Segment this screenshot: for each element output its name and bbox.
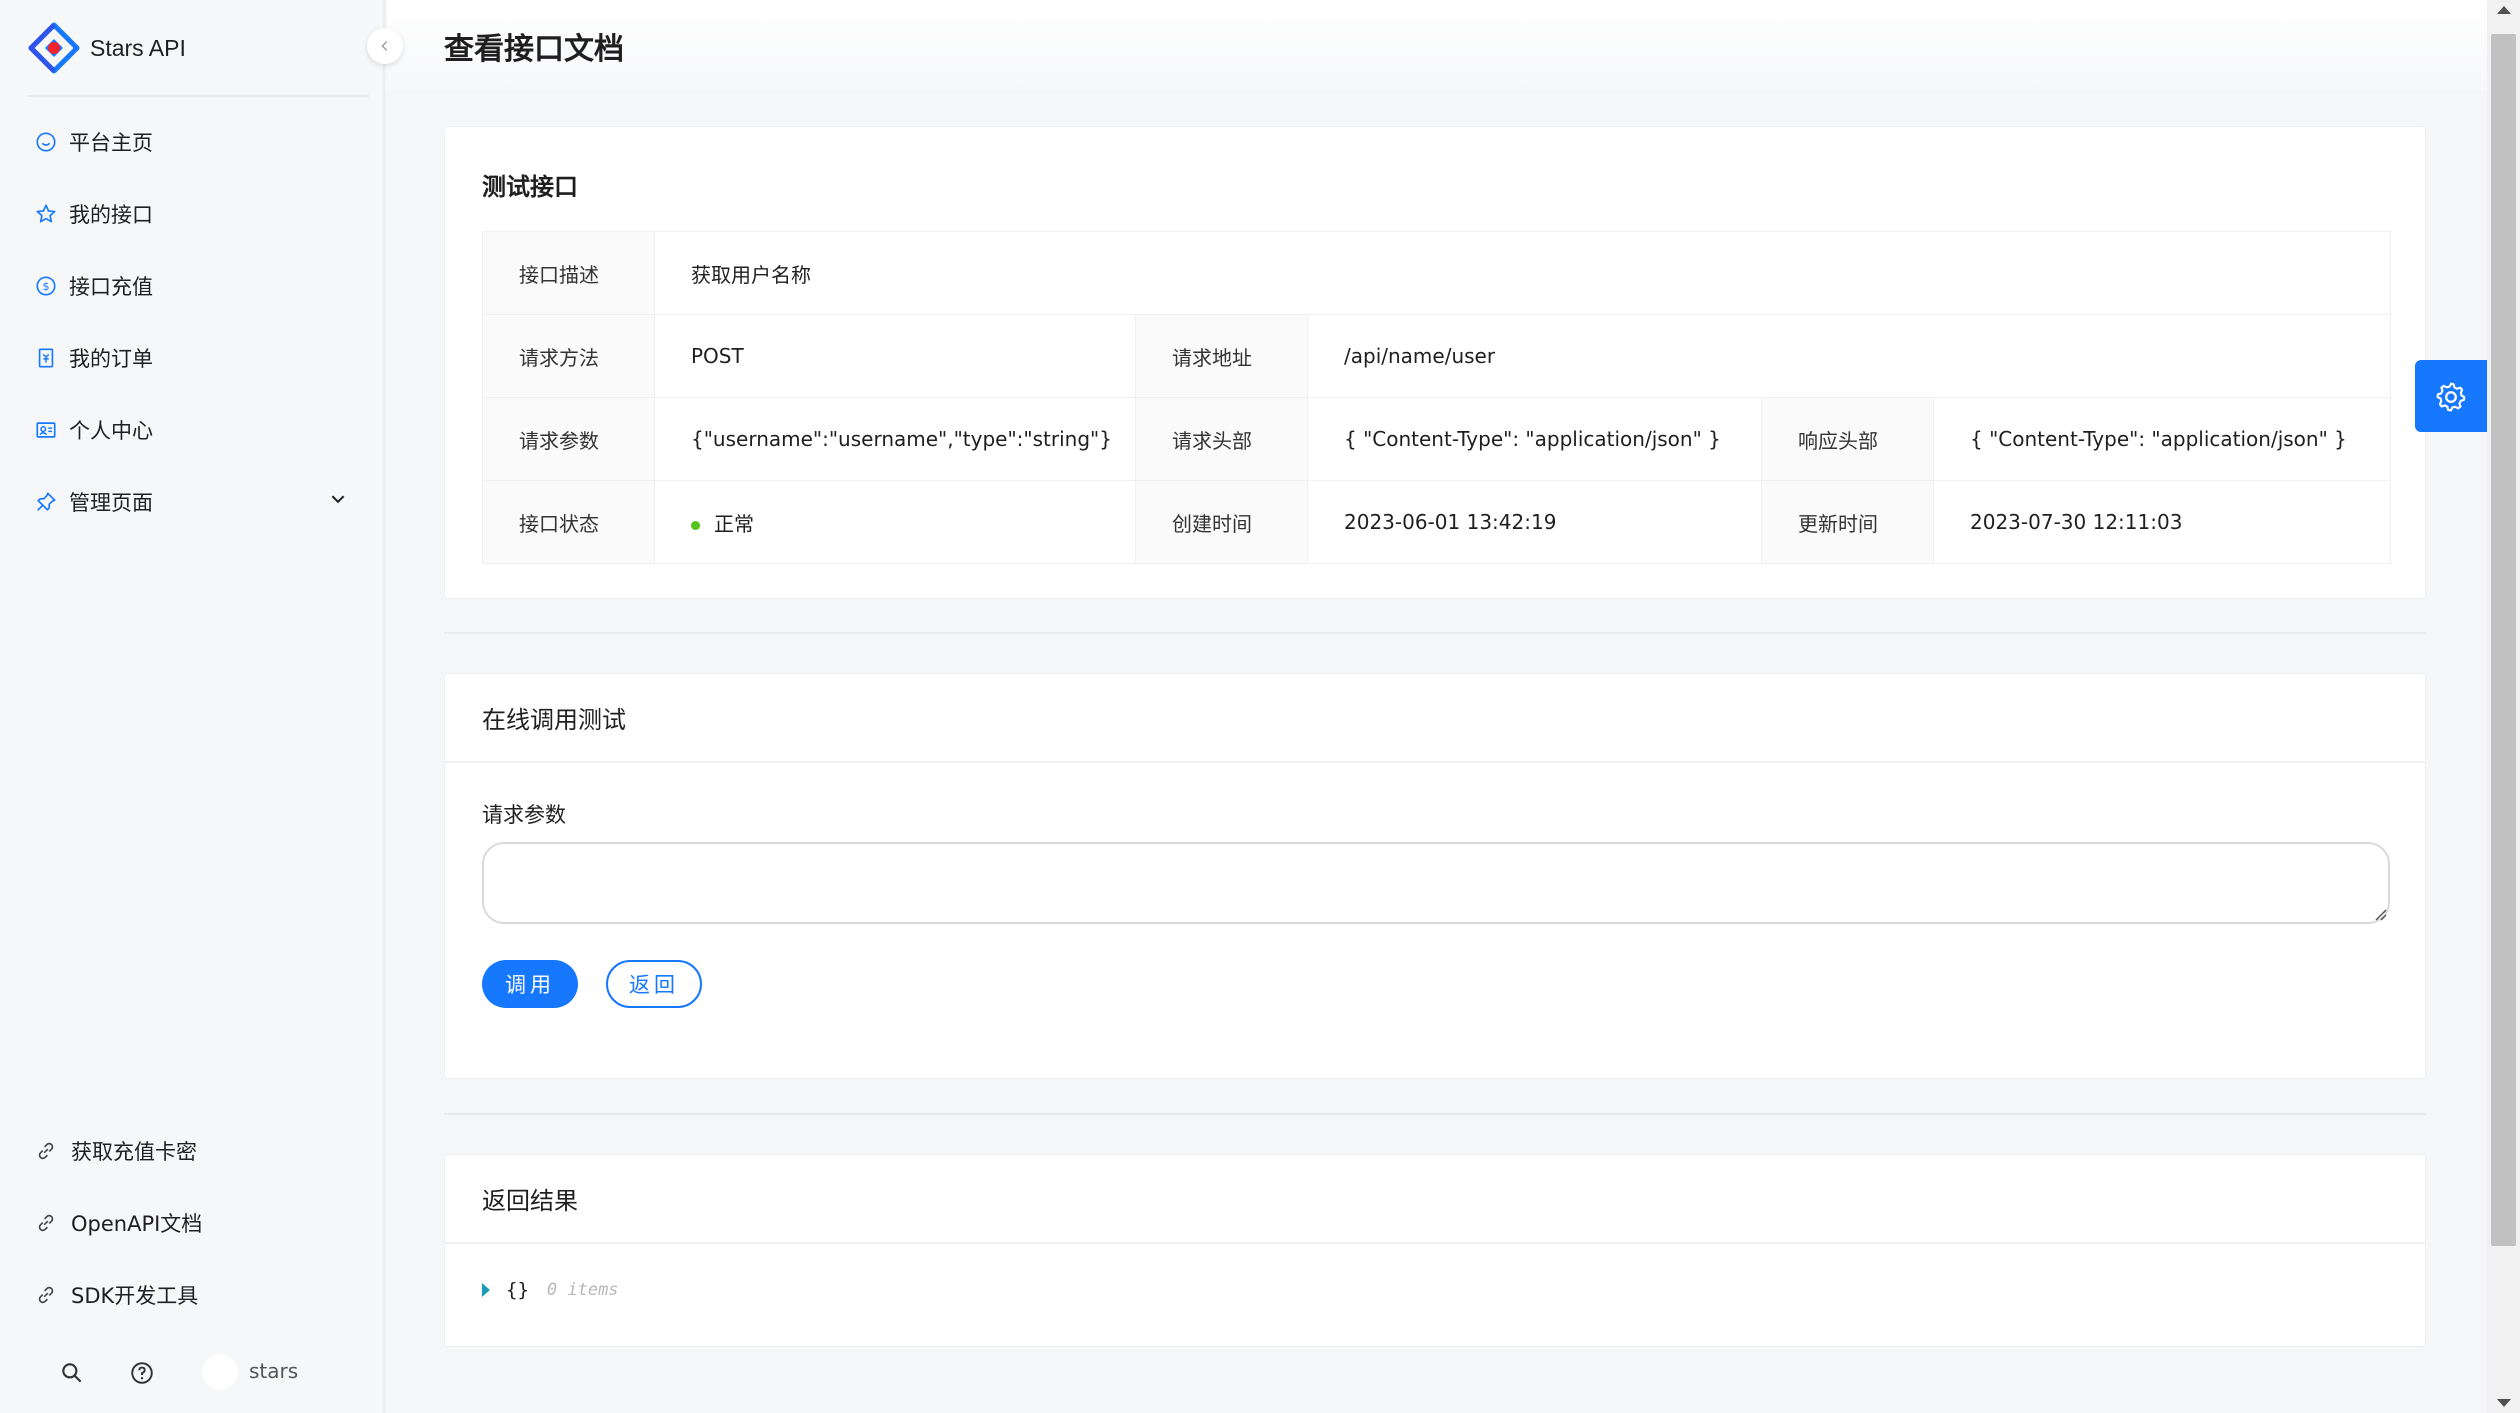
order-icon <box>35 347 57 369</box>
status-badge: 正常 <box>714 511 754 536</box>
scrollbar-thumb[interactable] <box>2491 34 2516 1246</box>
created-value: 2023-06-01 13:42:19 <box>1307 480 1762 564</box>
invoke-title: 在线调用测试 <box>445 674 2425 763</box>
collapse-sidebar-button[interactable] <box>367 28 403 64</box>
resize-handle-icon[interactable] <box>2373 907 2387 921</box>
logo-icon <box>28 22 80 74</box>
response-header-label: 响应头部 <box>1761 397 1934 481</box>
sidebar-item-profile[interactable]: 个人中心 <box>0 394 385 466</box>
desc-row: 请求参数 {"username":"username","type":"stri… <box>482 397 2392 481</box>
avatar[interactable] <box>202 1354 238 1390</box>
link-sdk-tools[interactable]: SDK开发工具 <box>0 1259 385 1331</box>
sidebar-item-label: 我的接口 <box>69 203 153 227</box>
sidebar-item-label: 平台主页 <box>69 131 153 155</box>
description-value: 获取用户名称 <box>653 231 2392 315</box>
json-viewer[interactable]: {} 0 items <box>482 1279 619 1301</box>
result-title: 返回结果 <box>445 1155 2425 1244</box>
expand-arrow-icon[interactable] <box>482 1283 490 1297</box>
sidebar-item-label: 我的订单 <box>69 347 153 371</box>
sidebar-item-admin[interactable]: 管理页面 <box>0 466 385 538</box>
invoke-card: 在线调用测试 请求参数 调用 返回 <box>444 673 2426 1079</box>
created-label: 创建时间 <box>1135 480 1308 564</box>
link-openapi-docs[interactable]: OpenAPI文档 <box>0 1187 385 1259</box>
request-params-textarea[interactable] <box>482 842 2390 924</box>
star-icon <box>35 203 57 225</box>
page-title: 查看接口文档 <box>444 32 624 67</box>
result-card: 返回结果 {} 0 items <box>444 1154 2426 1347</box>
chevron-left-icon <box>381 41 388 51</box>
response-header-value: { "Content-Type": "application/json" } <box>1932 397 2392 481</box>
sidebar-item-home[interactable]: 平台主页 <box>0 106 385 178</box>
svg-text:$: $ <box>43 280 50 293</box>
search-icon[interactable] <box>59 1360 85 1386</box>
desc-row: 接口描述 获取用户名称 <box>482 231 2392 315</box>
gear-icon <box>2436 382 2466 412</box>
request-params-label: 请求参数 <box>482 803 566 827</box>
link-icon <box>35 1212 57 1234</box>
link-icon <box>35 1140 57 1162</box>
logo-divider <box>28 95 369 97</box>
url-value: /api/name/user <box>1306 314 2392 398</box>
scroll-up-arrow-icon[interactable] <box>2497 6 2511 14</box>
request-header-label: 请求头部 <box>1135 397 1308 481</box>
json-item-count: 0 items <box>546 1280 619 1300</box>
url-label: 请求地址 <box>1135 314 1308 398</box>
page-header <box>387 0 2487 90</box>
api-doc-card: 测试接口 接口描述 获取用户名称 请求方法 POST 请求地址 /api/nam… <box>444 126 2426 599</box>
params-label: 请求参数 <box>482 397 655 481</box>
link-label: 获取充值卡密 <box>71 1140 197 1164</box>
link-label: SDK开发工具 <box>71 1284 199 1308</box>
desc-row: 请求方法 POST 请求地址 /api/name/user <box>482 314 2392 398</box>
link-recharge-card[interactable]: 获取充值卡密 <box>0 1115 385 1187</box>
method-label: 请求方法 <box>482 314 655 398</box>
status-dot-icon <box>691 520 700 530</box>
invoke-button[interactable]: 调用 <box>482 960 578 1008</box>
sidebar-links: 获取充值卡密 OpenAPI文档 SDK开发工具 <box>0 1115 385 1331</box>
desc-row: 接口状态 正常 创建时间 2023-06-01 13:42:19 更新时间 20… <box>482 480 2392 564</box>
back-button[interactable]: 返回 <box>606 960 702 1008</box>
request-header-value: { "Content-Type": "application/json" } <box>1307 397 1762 481</box>
sidebar: Stars API 平台主页 我的接口 $ 接口充值 我的订单 个人中心 管理页… <box>0 0 403 1413</box>
link-label: OpenAPI文档 <box>71 1212 203 1236</box>
sidebar-nav: 平台主页 我的接口 $ 接口充值 我的订单 个人中心 管理页面 <box>0 106 385 538</box>
api-descriptions: 接口描述 获取用户名称 请求方法 POST 请求地址 /api/name/use… <box>482 231 2392 564</box>
app-logo[interactable]: Stars API <box>28 20 186 76</box>
link-icon <box>35 1284 57 1306</box>
updated-value: 2023-07-30 12:11:03 <box>1932 480 2392 564</box>
status-value: 正常 <box>654 480 1136 564</box>
pushpin-icon <box>35 491 57 513</box>
chevron-down-icon[interactable] <box>329 490 347 508</box>
sidebar-item-recharge[interactable]: $ 接口充值 <box>0 250 385 322</box>
api-name: 测试接口 <box>482 173 578 201</box>
scroll-down-arrow-icon[interactable] <box>2497 1399 2511 1407</box>
username[interactable]: stars <box>249 1359 298 1383</box>
sidebar-item-label: 管理页面 <box>69 491 153 515</box>
json-braces: {} <box>506 1279 529 1301</box>
smile-icon <box>35 131 57 153</box>
app-name: Stars API <box>90 34 186 61</box>
status-label: 接口状态 <box>482 480 655 564</box>
params-value: {"username":"username","type":"string"} <box>654 397 1136 481</box>
description-label: 接口描述 <box>482 231 655 315</box>
section-divider <box>444 632 2426 634</box>
dollar-icon: $ <box>35 275 57 297</box>
sidebar-item-my-apis[interactable]: 我的接口 <box>0 178 385 250</box>
sidebar-item-label: 接口充值 <box>69 275 153 299</box>
sidebar-item-label: 个人中心 <box>69 419 153 443</box>
settings-drawer-button[interactable] <box>2415 360 2487 432</box>
page-scrollbar[interactable] <box>2487 0 2520 1413</box>
method-value: POST <box>654 314 1136 398</box>
sidebar-item-orders[interactable]: 我的订单 <box>0 322 385 394</box>
profile-icon <box>35 419 57 441</box>
sidebar-footer: stars <box>0 1345 385 1401</box>
help-icon[interactable] <box>129 1360 155 1386</box>
section-divider <box>444 1113 2426 1115</box>
updated-label: 更新时间 <box>1761 480 1934 564</box>
